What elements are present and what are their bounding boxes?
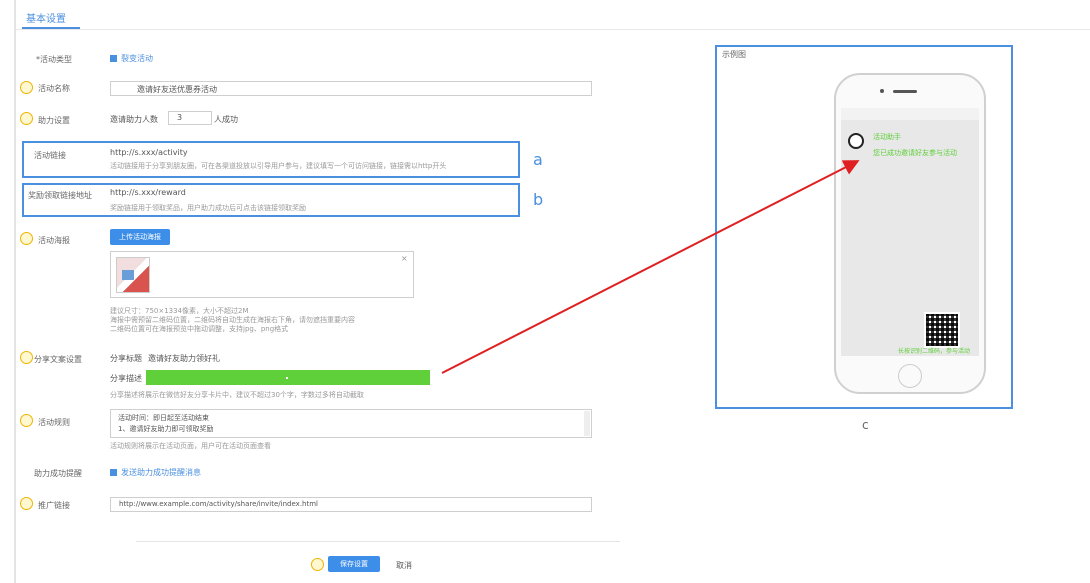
red-arrow-line [441, 160, 860, 374]
red-arrow-overlay [441, 160, 860, 374]
